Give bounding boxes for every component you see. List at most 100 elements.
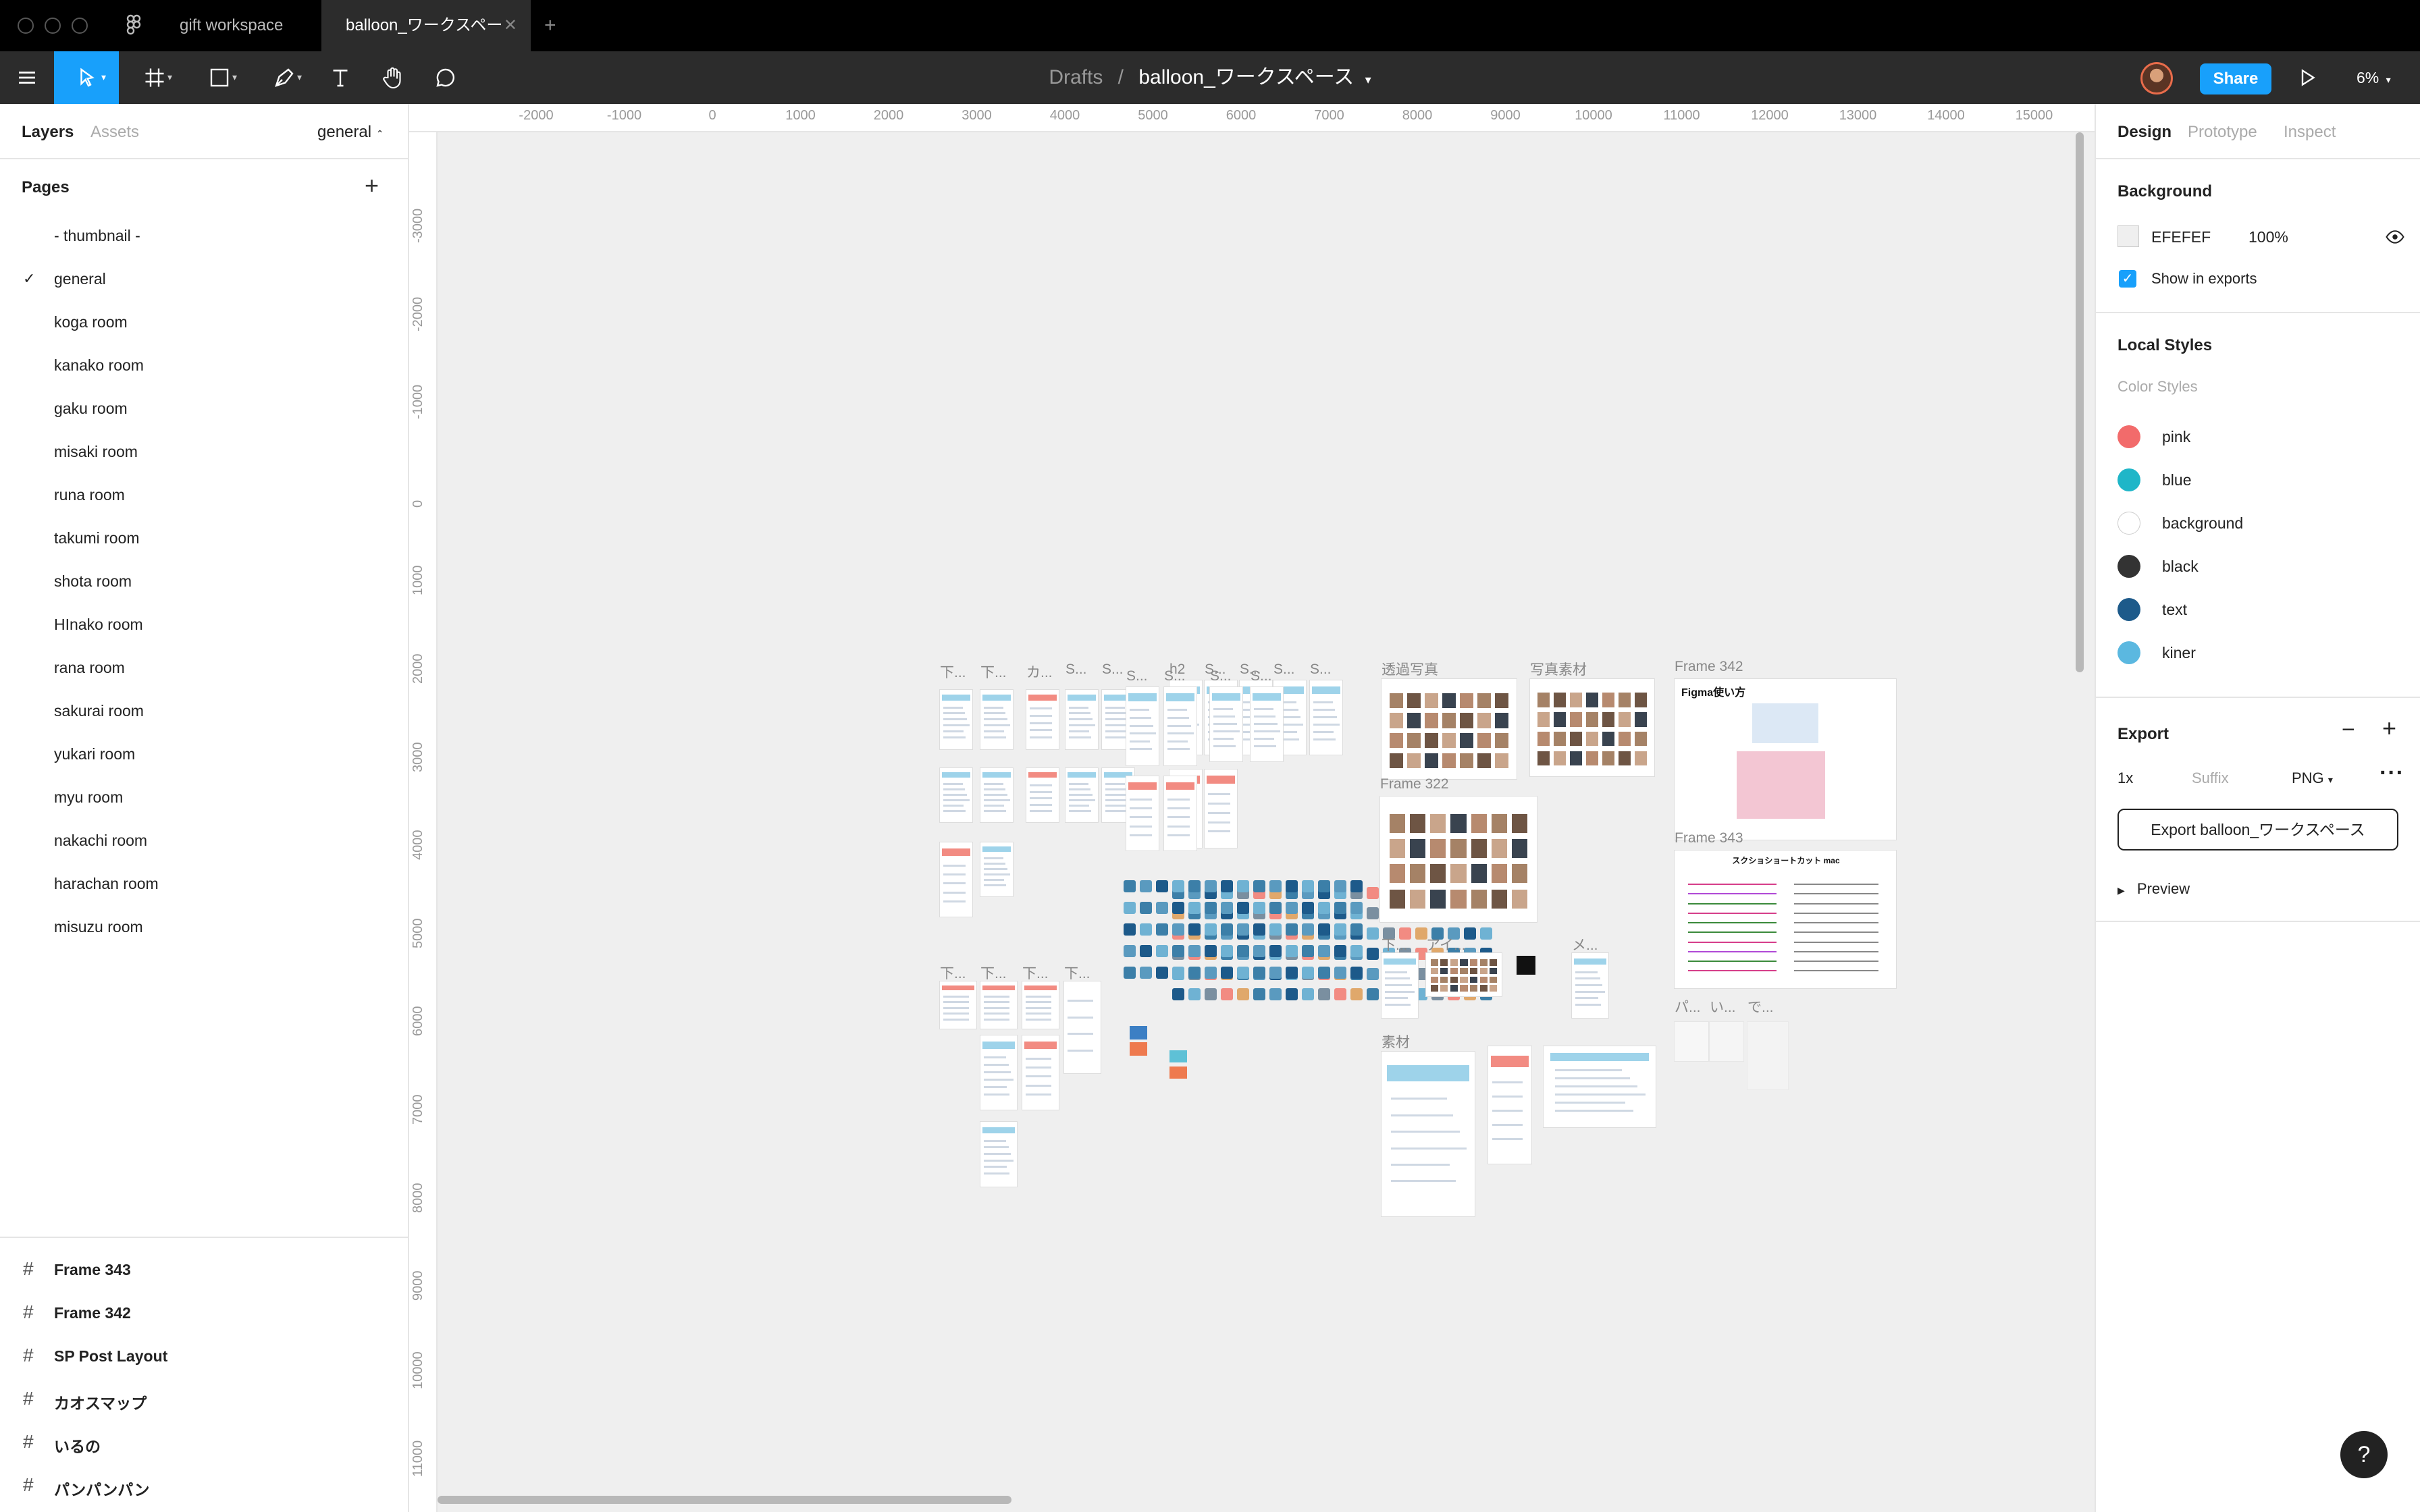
layer-item[interactable]: # カオスマップ xyxy=(0,1377,408,1420)
layer-item[interactable]: # Frame 343 xyxy=(0,1247,408,1291)
background-hex[interactable]: EFEFEF xyxy=(2151,228,2211,246)
pen-tool[interactable]: ▾ xyxy=(255,51,313,104)
frame-label[interactable]: パ... xyxy=(1675,996,1701,1017)
frame-label[interactable]: 下... xyxy=(980,662,1007,682)
frame-label[interactable]: S... xyxy=(1251,668,1272,684)
page-item[interactable]: yukari room xyxy=(54,745,135,763)
frame-label[interactable]: Frame 343 xyxy=(1675,830,1743,846)
frame-thumbnail[interactable] xyxy=(1026,768,1059,822)
frame-thumbnail[interactable] xyxy=(1022,1035,1059,1110)
share-button[interactable]: Share xyxy=(2200,63,2271,94)
frame-thumbnail[interactable] xyxy=(1572,953,1608,1018)
tab-assets[interactable]: Assets xyxy=(90,123,139,142)
page-item[interactable]: rana room xyxy=(54,659,125,677)
frame-label[interactable]: カ... xyxy=(1026,662,1053,682)
hand-tool[interactable] xyxy=(369,51,417,104)
page-item[interactable]: general xyxy=(54,270,106,288)
frame-thumbnail[interactable] xyxy=(1164,776,1196,850)
frame-label[interactable]: 下... xyxy=(1022,963,1049,983)
comment-tool[interactable] xyxy=(421,51,470,104)
frame-thumbnail[interactable] xyxy=(980,1035,1017,1110)
avatar[interactable] xyxy=(2140,62,2173,94)
frame-thumbnail[interactable] xyxy=(1380,796,1537,922)
menu-icon[interactable] xyxy=(3,51,51,104)
frame-label[interactable]: 下... xyxy=(980,963,1007,983)
frame-thumbnail[interactable] xyxy=(1066,768,1098,822)
frame-label[interactable]: S... xyxy=(1210,668,1232,684)
page-item[interactable]: koga room xyxy=(54,313,128,331)
vertical-scrollbar[interactable] xyxy=(2076,132,2084,672)
page-item[interactable]: kanako room xyxy=(54,356,144,375)
frame-label[interactable]: Frame 322 xyxy=(1380,776,1449,792)
page-item[interactable]: runa room xyxy=(54,486,125,504)
frame-thumbnail[interactable] xyxy=(1064,981,1101,1073)
background-opacity[interactable]: 100% xyxy=(2248,228,2288,246)
frame-thumbnail[interactable] xyxy=(980,1122,1017,1187)
page-item[interactable]: gaku room xyxy=(54,400,128,418)
close-window-icon[interactable] xyxy=(18,18,34,34)
frame-thumbnail[interactable] xyxy=(1126,687,1159,765)
frame-label[interactable]: 透過写真 xyxy=(1382,659,1438,679)
frame-label[interactable]: 写真素材 xyxy=(1530,659,1587,679)
frame-label[interactable]: S... xyxy=(1164,668,1186,684)
frame-label[interactable]: で... xyxy=(1747,996,1774,1017)
frame-thumbnail[interactable] xyxy=(1488,1046,1531,1164)
eye-icon[interactable] xyxy=(2385,227,2405,250)
export-format[interactable]: PNG ▾ xyxy=(2292,770,2333,787)
canvas[interactable]: -2000 -1000 0 1000 2000 3000 4000 5000 6000 7000 8… xyxy=(409,104,2095,1512)
page-item[interactable]: nakachi room xyxy=(54,832,147,850)
page-item[interactable]: myu room xyxy=(54,788,123,807)
page-item[interactable]: - thumbnail - xyxy=(54,227,140,245)
frame-thumbnail[interactable] xyxy=(1205,770,1237,848)
frame-label[interactable]: S... xyxy=(1310,662,1332,678)
frame-tool[interactable]: ▾ xyxy=(126,51,184,104)
frame-thumbnail[interactable] xyxy=(1675,1022,1708,1061)
tab-layers[interactable]: Layers xyxy=(22,123,74,142)
chevron-down-icon[interactable]: ▾ xyxy=(232,72,237,83)
color-style-text[interactable]: text xyxy=(2118,595,2388,622)
frame-thumbnail[interactable] xyxy=(980,981,1017,1029)
page-item[interactable]: misaki room xyxy=(54,443,138,461)
frame-thumbnail[interactable] xyxy=(1382,953,1418,1018)
chevron-down-icon[interactable]: ▾ xyxy=(101,72,106,83)
frame-thumbnail[interactable] xyxy=(1310,680,1342,755)
frame-label[interactable]: アイ... xyxy=(1426,934,1465,954)
tab-balloon-workspace[interactable]: balloon_ワークスペース ✕ xyxy=(321,0,531,86)
color-style-background[interactable]: background xyxy=(2118,509,2388,536)
new-tab-icon[interactable]: + xyxy=(544,0,556,51)
file-name[interactable]: balloon_ワークスペース xyxy=(1138,66,1354,88)
frame-thumbnail[interactable] xyxy=(980,768,1013,822)
show-in-exports-checkbox[interactable]: ✓ xyxy=(2119,270,2136,288)
frame-label[interactable]: メ... xyxy=(1572,934,1598,954)
minimize-window-icon[interactable] xyxy=(45,18,61,34)
frame-thumbnail[interactable] xyxy=(980,690,1013,749)
figma-logo-icon[interactable] xyxy=(122,14,146,38)
frame-thumbnail[interactable] xyxy=(940,690,972,749)
frame-thumbnail[interactable] xyxy=(1164,687,1196,765)
export-button[interactable]: Export balloon_ワークスペース xyxy=(2118,809,2398,850)
frame-label[interactable]: い... xyxy=(1710,996,1736,1017)
add-page-button[interactable]: + xyxy=(365,171,379,200)
frame-label[interactable]: 下... xyxy=(1064,963,1090,983)
tab-gift-workspace[interactable]: gift workspace xyxy=(155,0,307,51)
export-suffix-input[interactable]: Suffix xyxy=(2192,770,2229,787)
layer-item[interactable]: # SP Post Layout xyxy=(0,1334,408,1377)
color-style-kiner[interactable]: kiner xyxy=(2118,639,2388,666)
frame-thumbnail[interactable] xyxy=(1530,679,1654,776)
layer-item[interactable]: # Frame 342 xyxy=(0,1291,408,1334)
more-options-icon[interactable]: ··· xyxy=(2379,760,2404,786)
frame-label[interactable]: 下... xyxy=(940,662,966,682)
frame-thumbnail[interactable] xyxy=(1210,687,1242,761)
frame-label[interactable]: S... xyxy=(1273,662,1295,678)
plus-icon[interactable]: + xyxy=(2382,714,2396,742)
frame-label[interactable]: 下... xyxy=(1382,934,1408,954)
page-item[interactable]: takumi room xyxy=(54,529,140,547)
frame-thumbnail[interactable] xyxy=(1066,690,1098,749)
rectangle-tool[interactable]: ▾ xyxy=(190,51,248,104)
frame-label[interactable]: S... xyxy=(1126,668,1148,684)
tab-design[interactable]: Design xyxy=(2118,123,2172,142)
color-style-black[interactable]: black xyxy=(2118,552,2388,579)
horizontal-scrollbar[interactable] xyxy=(438,1496,1011,1504)
frame-thumbnail[interactable] xyxy=(1251,687,1283,761)
help-button[interactable]: ? xyxy=(2340,1431,2388,1478)
